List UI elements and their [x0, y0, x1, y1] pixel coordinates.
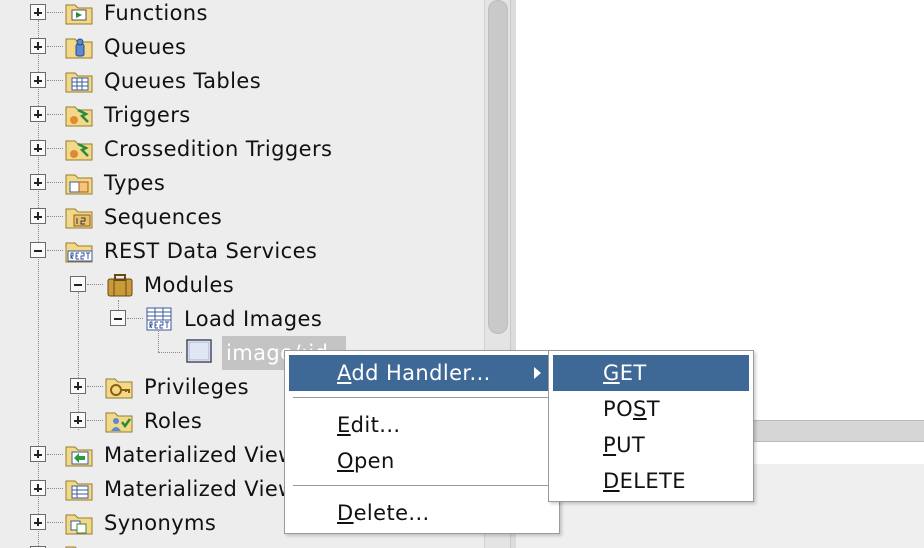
- expand-icon[interactable]: [30, 446, 46, 462]
- rest-folder-icon: [65, 242, 93, 263]
- tree-item-queues-tables[interactable]: Queues Tables: [0, 68, 484, 102]
- tree-item-label: Privileges: [144, 375, 249, 399]
- menu-item-label: dd Handler...: [351, 361, 491, 385]
- expand-icon[interactable]: [30, 140, 46, 156]
- types-folder-icon: [65, 174, 93, 195]
- tree-item-queues[interactable]: Queues: [0, 34, 484, 68]
- open-menu-item[interactable]: Open: [289, 443, 555, 479]
- tree-item-label: Sequences: [104, 205, 223, 229]
- add-handler-submenu: GET POST PUT DELETE: [548, 350, 754, 502]
- menu-item-label: dit...: [350, 413, 401, 437]
- queues-tables-folder-icon: [65, 72, 93, 93]
- accelerator: S: [633, 397, 647, 421]
- expand-icon[interactable]: [30, 4, 46, 20]
- tree-item-label: Modules: [144, 273, 235, 297]
- expand-icon[interactable]: [30, 208, 46, 224]
- sequences-folder-icon: [65, 208, 93, 229]
- expand-icon[interactable]: [30, 72, 46, 88]
- expand-icon[interactable]: [70, 378, 86, 394]
- accelerator: D: [603, 469, 620, 493]
- accelerator: E: [337, 413, 351, 437]
- modules-briefcase-icon: [107, 274, 133, 297]
- roles-folder-icon: [105, 412, 133, 433]
- menu-item-label: T: [646, 397, 660, 421]
- tree-item-label: Queues: [104, 35, 187, 59]
- tree-item-rest-data-services[interactable]: REST Data Services: [0, 238, 484, 272]
- get-menu-item[interactable]: GET: [553, 355, 749, 391]
- expand-icon[interactable]: [30, 514, 46, 530]
- tree-item-label: Roles: [144, 409, 203, 433]
- tree-item-triggers[interactable]: Triggers: [0, 102, 484, 136]
- functions-folder-icon: [65, 4, 93, 25]
- edit-menu-item[interactable]: Edit...: [289, 407, 555, 443]
- tree-item-label: REST Data Services: [104, 239, 318, 263]
- tree-item-label: Functions: [104, 1, 208, 25]
- tree-item-label: Load Images: [184, 307, 323, 331]
- tree-item-sequences[interactable]: Sequences: [0, 204, 484, 238]
- tree-item-crossedition-triggers[interactable]: Crossedition Triggers: [0, 136, 484, 170]
- collapse-icon[interactable]: [110, 310, 126, 326]
- add-handler-menu-item[interactable]: Add Handler...: [289, 355, 555, 391]
- menu-item-label: elete...: [353, 501, 430, 525]
- template-icon: [186, 339, 212, 363]
- tree-item-modules[interactable]: Modules: [0, 272, 484, 306]
- expand-icon[interactable]: [70, 412, 86, 428]
- menu-item-label: pen: [353, 449, 395, 473]
- delete-menu-item[interactable]: Delete...: [289, 495, 555, 531]
- tree-item-label: Materialized Views: [104, 443, 308, 467]
- synonyms-folder-icon: [65, 514, 93, 535]
- menu-separator: [293, 397, 551, 398]
- delete-method-menu-item[interactable]: DELETE: [553, 463, 749, 499]
- tree-item-load-images[interactable]: Load Images: [0, 306, 484, 340]
- collapse-icon[interactable]: [30, 242, 46, 258]
- materialized-views-folder-icon: [65, 446, 93, 467]
- queues-folder-icon: [65, 38, 93, 59]
- put-menu-item[interactable]: PUT: [553, 427, 749, 463]
- menu-item-label: ELETE: [619, 469, 686, 493]
- post-menu-item[interactable]: POST: [553, 391, 749, 427]
- tree-item-label: Types: [104, 171, 166, 195]
- accelerator: D: [337, 501, 354, 525]
- accelerator: O: [337, 449, 354, 473]
- tree-item-functions[interactable]: Functions: [0, 0, 484, 34]
- accelerator: G: [603, 361, 620, 385]
- tree-item-types[interactable]: Types: [0, 170, 484, 204]
- tree-item-label: Synonyms: [104, 511, 217, 535]
- context-menu: Add Handler... Edit... Open Delete...: [284, 350, 560, 534]
- expand-icon[interactable]: [30, 106, 46, 122]
- folder-icon: [65, 546, 77, 548]
- accelerator: P: [603, 433, 617, 457]
- expand-icon[interactable]: [30, 174, 46, 190]
- triggers-folder-icon: [65, 106, 93, 127]
- rest-module-icon: [146, 307, 172, 331]
- menu-item-label: UT: [616, 433, 646, 457]
- collapse-icon[interactable]: [70, 276, 86, 292]
- expand-icon[interactable]: [30, 480, 46, 496]
- submenu-arrow-icon: [534, 367, 541, 379]
- menu-separator: [293, 485, 551, 486]
- accelerator: A: [337, 361, 352, 385]
- tree-item-label: Queues Tables: [104, 69, 262, 93]
- crossedition-triggers-folder-icon: [65, 140, 93, 161]
- privileges-folder-icon: [105, 378, 133, 399]
- expand-icon[interactable]: [30, 38, 46, 54]
- materialized-view-logs-folder-icon: [65, 480, 93, 501]
- tree-scrollbar-thumb[interactable]: [488, 0, 508, 334]
- menu-item-label: ET: [619, 361, 647, 385]
- tree-item-label: Crossedition Triggers: [104, 137, 333, 161]
- menu-item-label: PO: [603, 397, 633, 421]
- tree-item-label: Triggers: [104, 103, 191, 127]
